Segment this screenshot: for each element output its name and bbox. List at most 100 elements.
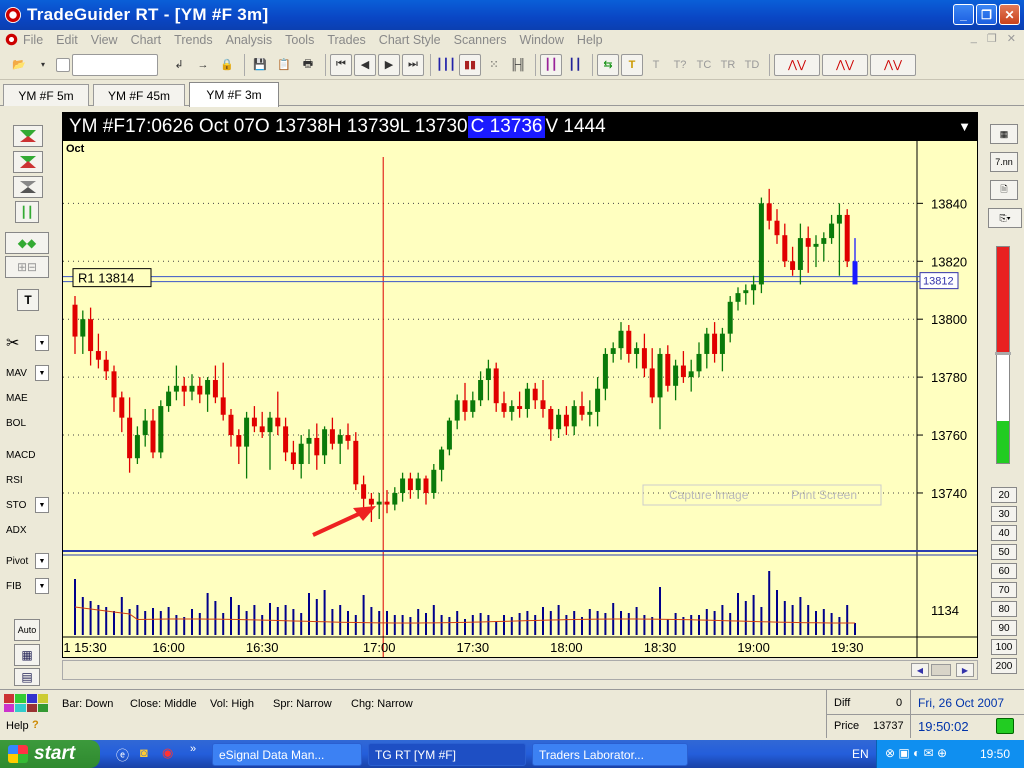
scanner-icon[interactable]: ⇆ bbox=[597, 53, 619, 76]
candle-chart-icon[interactable]: ▮▮ bbox=[459, 53, 481, 76]
text-tool-t-icon[interactable]: T bbox=[621, 53, 643, 76]
lock-icon[interactable]: 🔒 bbox=[216, 54, 238, 76]
trend-line-1-icon[interactable]: ⋀⋁ bbox=[774, 53, 820, 76]
task-traders-laboratory[interactable]: Traders Laborator... bbox=[532, 743, 688, 766]
list-view-icon[interactable]: ▤ bbox=[14, 668, 40, 686]
period-60-button[interactable]: 60 bbox=[991, 563, 1017, 579]
prev-bar-icon[interactable]: ◀ bbox=[354, 53, 376, 76]
grid-table-icon[interactable]: ▦ bbox=[990, 124, 1018, 144]
tradeguider-quicklaunch-icon[interactable]: ◉ bbox=[162, 745, 173, 761]
start-button[interactable]: start bbox=[0, 740, 100, 768]
diamond-tool-icon[interactable]: ◆◆ bbox=[5, 232, 49, 254]
task-tg-rt[interactable]: TG RT [YM #F] bbox=[368, 743, 526, 766]
zoom-in-vertical-icon[interactable] bbox=[13, 125, 43, 147]
macd-label[interactable]: MACD bbox=[6, 450, 35, 461]
menu-scanners[interactable]: Scanners bbox=[454, 33, 507, 47]
scroll-right-icon[interactable]: ▶ bbox=[956, 663, 974, 677]
price-chart[interactable]: YM #F 17:06 26 Oct 07 O 13738 H 13739 L … bbox=[62, 112, 978, 658]
line-bars-icon[interactable]: ╟╢ bbox=[507, 54, 529, 76]
period-30-button[interactable]: 30 bbox=[991, 506, 1017, 522]
return-arrow-icon[interactable]: ↲ bbox=[168, 54, 190, 76]
tab-ym-45m[interactable]: YM #F 45m bbox=[93, 84, 185, 106]
mav-dropdown[interactable]: ▼ bbox=[35, 365, 49, 381]
color-palette-icon[interactable] bbox=[4, 694, 48, 712]
connection-status-icon[interactable] bbox=[996, 718, 1014, 734]
maximize-button[interactable]: ❐ bbox=[976, 4, 997, 25]
text-tool-tc-icon[interactable]: TC bbox=[693, 54, 715, 76]
print-preview-icon[interactable]: 📋 bbox=[273, 54, 295, 76]
minimize-button[interactable]: _ bbox=[953, 4, 974, 25]
mdi-restore-icon[interactable]: ❐ bbox=[987, 32, 997, 45]
period-80-button[interactable]: 80 bbox=[991, 601, 1017, 617]
menu-analysis[interactable]: Analysis bbox=[226, 33, 273, 47]
period-20-button[interactable]: 20 bbox=[991, 487, 1017, 503]
trend-line-3-icon[interactable]: ⋀⋁ bbox=[870, 53, 916, 76]
task-esignal[interactable]: eSignal Data Man... bbox=[212, 743, 362, 766]
menu-edit[interactable]: Edit bbox=[56, 33, 78, 47]
period-50-button[interactable]: 50 bbox=[991, 544, 1017, 560]
period-70-button[interactable]: 70 bbox=[991, 582, 1017, 598]
zoom-out-vertical-icon[interactable] bbox=[13, 176, 43, 198]
text-tool-td-icon[interactable]: TD bbox=[741, 54, 763, 76]
fib-label[interactable]: FIB bbox=[6, 581, 22, 592]
scroll-left-icon[interactable]: ◀ bbox=[911, 663, 929, 677]
auto-button[interactable]: Auto bbox=[14, 619, 40, 641]
checkbox-icon[interactable] bbox=[56, 57, 70, 72]
next-bar-icon[interactable]: ▶ bbox=[378, 53, 400, 76]
tab-ym-5m[interactable]: YM #F 5m bbox=[3, 84, 89, 106]
fib-dropdown[interactable]: ▼ bbox=[35, 578, 49, 594]
app-icon[interactable] bbox=[5, 7, 21, 23]
save-icon[interactable]: 💾 bbox=[249, 54, 271, 76]
help-label[interactable]: Help bbox=[6, 720, 29, 732]
purple-bars-icon[interactable]: ┃┃ bbox=[540, 53, 562, 76]
period-100-button[interactable]: 100 bbox=[991, 639, 1017, 655]
open-folder-icon[interactable]: 📂 bbox=[8, 54, 30, 76]
crosshair-tool-icon[interactable]: ✂ bbox=[6, 333, 19, 353]
sto-label[interactable]: STO bbox=[6, 500, 26, 511]
grid-tool-icon[interactable]: ⊞⊟ bbox=[5, 256, 49, 278]
pivot-label[interactable]: Pivot bbox=[6, 556, 28, 567]
trend-line-2-icon[interactable]: ⋀⋁ bbox=[822, 53, 868, 76]
help-question-icon[interactable]: ? bbox=[32, 719, 39, 731]
pivot-dropdown[interactable]: ▼ bbox=[35, 553, 49, 569]
menu-file[interactable]: File bbox=[23, 33, 43, 47]
text-tool-tplus-icon[interactable]: T bbox=[645, 54, 667, 76]
crosshair-dropdown[interactable]: ▼ bbox=[35, 335, 49, 351]
menu-trades[interactable]: Trades bbox=[327, 33, 365, 47]
period-90-button[interactable]: 90 bbox=[991, 620, 1017, 636]
horizontal-scrollbar[interactable]: ▶ ◀ bbox=[62, 660, 978, 680]
tray-arrows-icon[interactable]: ⊗ ▣ ◐ ✉ ⊕ bbox=[885, 746, 947, 760]
text-tool-tr-icon[interactable]: TR bbox=[717, 54, 739, 76]
menu-chart-style[interactable]: Chart Style bbox=[379, 33, 441, 47]
dot-chart-icon[interactable]: ⁙ bbox=[483, 54, 505, 76]
rsi-label[interactable]: RSI bbox=[6, 475, 23, 486]
ie-icon[interactable]: ⓔ bbox=[116, 745, 129, 764]
menu-view[interactable]: View bbox=[91, 33, 118, 47]
last-bar-icon[interactable]: ⏭ bbox=[402, 53, 424, 76]
tab-ym-3m[interactable]: YM #F 3m bbox=[189, 82, 279, 107]
first-bar-icon[interactable]: ⏮ bbox=[330, 53, 352, 76]
document-icon[interactable] bbox=[5, 33, 18, 46]
table-view-icon[interactable]: ▦ bbox=[14, 644, 40, 666]
app-quicklaunch-icon[interactable]: ◙ bbox=[140, 745, 148, 760]
bar-chart-icon[interactable]: ┃┃┃ bbox=[435, 54, 457, 76]
mdi-minimize-icon[interactable]: _ bbox=[971, 32, 977, 45]
symbol-input[interactable] bbox=[72, 53, 158, 76]
period-200-button[interactable]: 200 bbox=[991, 658, 1017, 674]
period-40-button[interactable]: 40 bbox=[991, 525, 1017, 541]
menu-chart[interactable]: Chart bbox=[131, 33, 162, 47]
adx-label[interactable]: ADX bbox=[6, 525, 27, 536]
dropdown-arrow-icon[interactable]: ▾ bbox=[32, 54, 54, 76]
sto-dropdown[interactable]: ▼ bbox=[35, 497, 49, 513]
quicklaunch-more-icon[interactable]: » bbox=[190, 743, 196, 755]
zoom-format-button[interactable]: 7.nn bbox=[990, 152, 1018, 172]
language-indicator[interactable]: EN bbox=[852, 747, 869, 761]
mae-label[interactable]: MAE bbox=[6, 393, 28, 404]
title-bar[interactable]: TradeGuider RT - [YM #F 3m] _ ❐ ✕ bbox=[0, 0, 1024, 30]
bar-style-icon[interactable]: ┃┃ bbox=[15, 201, 39, 223]
scrollbar-thumb[interactable] bbox=[931, 664, 951, 676]
close-button[interactable]: ✕ bbox=[999, 4, 1020, 25]
print-page-icon[interactable]: 🗎 bbox=[990, 180, 1018, 200]
zoom-arrows-icon[interactable] bbox=[13, 151, 43, 173]
forward-arrow-icon[interactable]: → bbox=[192, 54, 214, 76]
